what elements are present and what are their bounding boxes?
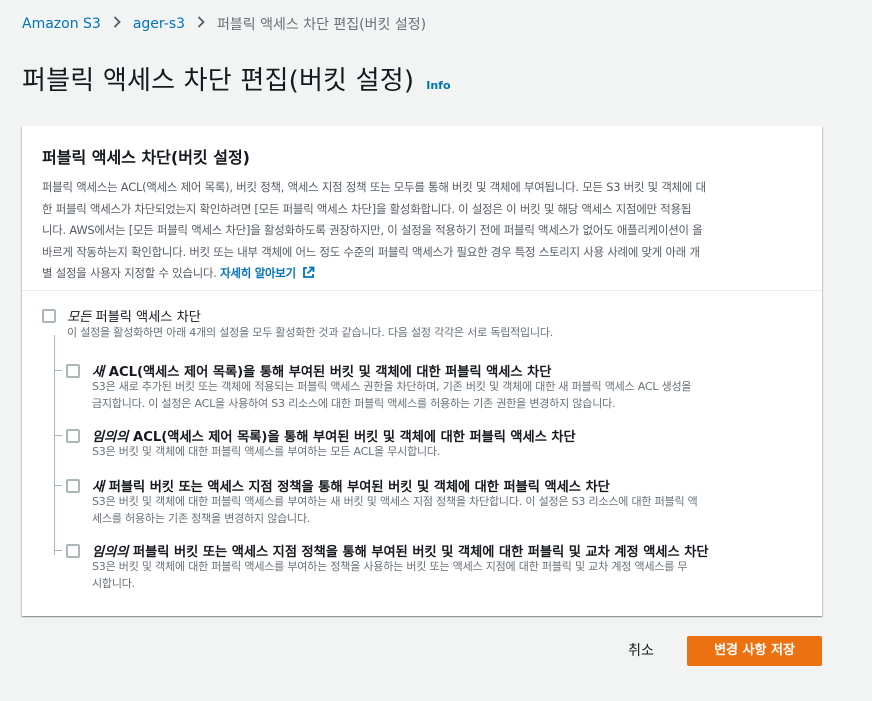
description-line: S3은 버킷 및 객체에 대한 퍼블릭 액세스를 부여하는 모든 ACL을 무시… [92, 445, 441, 458]
label-emphasis: 임의의 [92, 430, 129, 445]
block-new-acl-label: 새 ACL(액세스 제어 목록)을 통해 부여된 버킷 및 객체에 대한 퍼블릭… [92, 361, 551, 380]
block-any-acl-description: S3은 버킷 및 객체에 대한 퍼블릭 액세스를 부여하는 모든 ACL을 무시… [92, 444, 440, 461]
block-new-acl-checkbox[interactable] [66, 364, 80, 378]
tree-branch [54, 370, 62, 371]
block-new-policy-description: S3은 버킷 및 객체에 대한 퍼블릭 액세스를 부여하는 새 버킷 및 액세스… [92, 494, 698, 527]
label-emphasis: 새 [92, 480, 105, 495]
description-line: S3은 버킷 및 객체에 대한 퍼블릭 액세스를 부여하는 정책을 사용하는 버… [92, 560, 688, 573]
breadcrumb-amazon-s3[interactable]: Amazon S3 [22, 16, 101, 32]
description-line: 한 퍼블릭 액세스가 차단되었는지 확인하려면 [모든 퍼블릭 액세스 차단]을… [42, 201, 692, 216]
label-text: ACL(액세스 제어 목록)을 통해 부여된 버킷 및 객체에 대한 퍼블릭 액… [128, 430, 576, 445]
block-any-acl-checkbox[interactable] [66, 429, 80, 443]
tree-branch [54, 550, 62, 551]
save-changes-button[interactable]: 변경 사항 저장 [687, 636, 822, 666]
block-all-public-access-checkbox[interactable] [42, 309, 56, 323]
external-link-icon[interactable] [302, 265, 315, 287]
label-text: 퍼블릭 버킷 또는 액세스 지점 정책을 통해 부여된 버킷 및 객체에 대한 … [104, 480, 610, 495]
tree-branch [54, 435, 62, 436]
description-line: 금지합니다. 이 설정은 ACL을 사용하여 S3 리소스에 대한 퍼블릭 액세… [92, 396, 616, 410]
page-header: 퍼블릭 액세스 차단 편집(버킷 설정) Info [22, 60, 451, 97]
label-emphasis: 새 [92, 365, 105, 380]
breadcrumb: Amazon S3 ager-s3 퍼블릭 액세스 차단 편집(버킷 설정) [22, 14, 426, 34]
block-any-policy-label: 임의의 퍼블릭 버킷 또는 액세스 지점 정책을 통해 부여된 버킷 및 객체에… [92, 541, 708, 560]
label-emphasis: 임의의 [92, 545, 129, 560]
block-any-policy-checkbox[interactable] [66, 544, 80, 558]
page-title: 퍼블릭 액세스 차단 편집(버킷 설정) [22, 66, 415, 96]
description-line: 바르게 작동하는지 확인합니다. 버킷 또는 내부 객체에 어느 정도 수준의 … [42, 244, 700, 259]
breadcrumb-current: 퍼블릭 액세스 차단 편집(버킷 설정) [217, 17, 427, 33]
cancel-button[interactable]: 취소 [612, 636, 670, 666]
panel-header: 퍼블릭 액세스 차단(버킷 설정) 퍼블릭 액세스는 ACL(액세스 제어 목록… [22, 126, 822, 291]
label-text: ACL(액세스 제어 목록)을 통해 부여된 버킷 및 객체에 대한 퍼블릭 액… [104, 365, 552, 380]
description-line: 니다. AWS에서는 [모든 퍼블릭 액세스 차단]을 활성화하도록 권장하지만… [42, 223, 703, 237]
block-all-description: 이 설정을 활성화하면 아래 4개의 설정을 모두 활성화한 것과 같습니다. … [67, 326, 554, 339]
block-any-policy-description: S3은 버킷 및 객체에 대한 퍼블릭 액세스를 부여하는 정책을 사용하는 버… [92, 559, 688, 592]
breadcrumb-bucket[interactable]: ager-s3 [133, 16, 185, 32]
block-all-label: 모든 퍼블릭 액세스 차단 [67, 306, 201, 325]
label-text: 퍼블릭 액세스 차단 [91, 310, 201, 325]
description-line: S3은 버킷 및 객체에 대한 퍼블릭 액세스를 부여하는 새 버킷 및 액세스… [92, 495, 698, 508]
description-line: 퍼블릭 액세스는 ACL(액세스 제어 목록), 버킷 정책, 액세스 지점 정… [42, 180, 706, 194]
label-text: 퍼블릭 버킷 또는 액세스 지점 정책을 통해 부여된 버킷 및 객체에 대한 … [128, 545, 709, 560]
block-new-policy-label: 새 퍼블릭 버킷 또는 액세스 지점 정책을 통해 부여된 버킷 및 객체에 대… [92, 476, 610, 495]
description-line: S3은 새로 추가된 버킷 또는 객체에 적용되는 퍼블릭 액세스 권한을 차단… [92, 380, 692, 393]
label-emphasis: 모든 [67, 310, 92, 325]
description-line: 세스를 허용하는 기존 정책을 변경하지 않습니다. [92, 511, 311, 525]
panel-description: 퍼블릭 액세스는 ACL(액세스 제어 목록), 버킷 정책, 액세스 지점 정… [42, 177, 802, 287]
block-public-access-panel: 퍼블릭 액세스 차단(버킷 설정) 퍼블릭 액세스는 ACL(액세스 제어 목록… [22, 126, 822, 616]
description-line: 별 설정을 사용자 지정할 수 있습니다. [42, 266, 217, 280]
tree-branch [54, 485, 62, 486]
chevron-right-icon [197, 16, 205, 32]
block-any-acl-label: 임의의 ACL(액세스 제어 목록)을 통해 부여된 버킷 및 객체에 대한 퍼… [92, 426, 576, 445]
panel-title: 퍼블릭 액세스 차단(버킷 설정) [42, 148, 250, 167]
description-line: 시합니다. [92, 576, 135, 590]
tree-connector [54, 335, 55, 555]
chevron-right-icon [113, 16, 121, 32]
block-new-acl-description: S3은 새로 추가된 버킷 또는 객체에 적용되는 퍼블릭 액세스 권한을 차단… [92, 379, 692, 412]
info-link[interactable]: Info [426, 79, 450, 92]
learn-more-link[interactable]: 자세히 알아보기 [220, 266, 296, 280]
block-new-policy-checkbox[interactable] [66, 479, 80, 493]
